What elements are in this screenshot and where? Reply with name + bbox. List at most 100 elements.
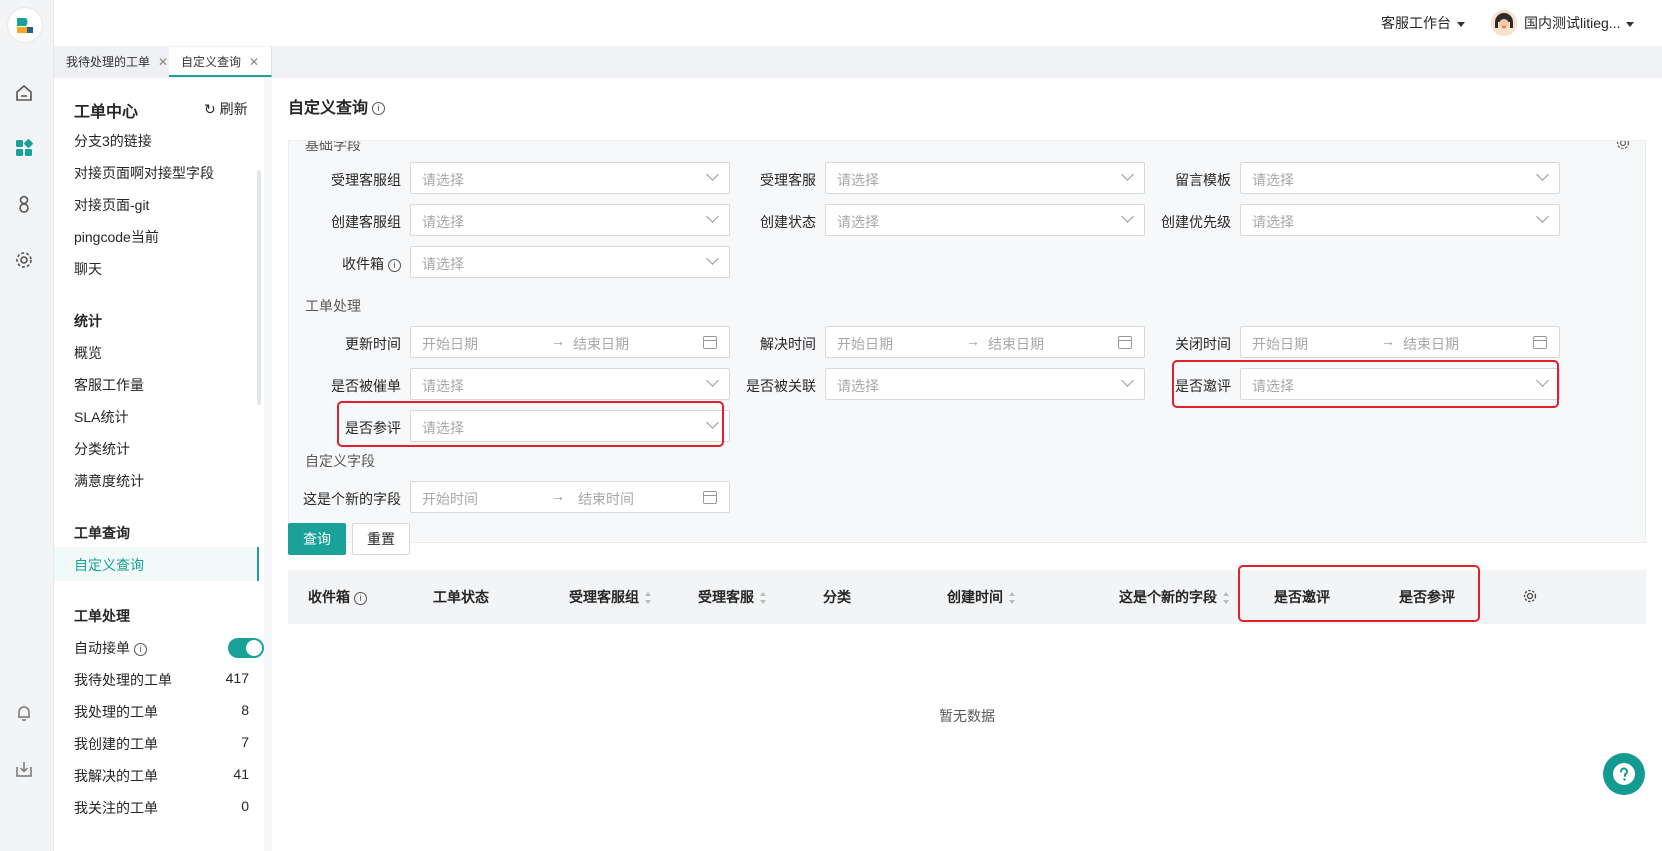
sidebar-item[interactable]: 对接页面-git — [74, 195, 249, 215]
item-label: 我关注的工单 — [74, 800, 158, 816]
tab-label: 我待处理的工单 — [66, 55, 151, 69]
label-resolve-time: 解决时间 — [760, 336, 816, 352]
sidebar-item-created[interactable]: 我创建的工单 7 — [74, 734, 249, 754]
sidebar-item-followed[interactable]: 我关注的工单 0 — [74, 798, 249, 818]
chevron-down-icon — [1536, 210, 1549, 223]
sidebar-item[interactable]: 聊天 — [74, 259, 249, 279]
section-process: 工单处理 — [305, 298, 361, 314]
sidebar-item-pending[interactable]: 我待处理的工单 417 — [74, 670, 249, 690]
daterange-new-field[interactable]: 开始时间 → 结束时间 — [410, 481, 730, 513]
tab-bar: 我待处理的工单 ✕ 自定义查询 ✕ — [54, 46, 1662, 78]
sidebar-item-overview[interactable]: 概览 — [74, 343, 249, 363]
app-logo[interactable] — [8, 8, 42, 42]
avatar[interactable] — [1491, 10, 1517, 36]
top-bar: 客服工作台 国内测试litieg... — [54, 0, 1662, 46]
start-placeholder: 开始日期 — [837, 336, 893, 352]
info-icon[interactable]: i — [134, 642, 147, 656]
bell-icon[interactable] — [13, 702, 35, 724]
tab-pending-tickets[interactable]: 我待处理的工单 ✕ — [54, 47, 182, 77]
user-menu[interactable]: 国内测试litieg... — [1524, 13, 1635, 33]
calendar-icon — [703, 336, 717, 349]
gear-icon[interactable] — [13, 249, 35, 271]
info-icon[interactable]: i — [388, 258, 401, 272]
sidebar-scrollbar[interactable] — [257, 170, 261, 405]
daterange-update-time[interactable]: 开始日期 → 结束日期 — [410, 326, 730, 358]
settings-icon[interactable] — [1615, 141, 1631, 151]
label-creator-group: 创建客服组 — [331, 214, 401, 230]
sort-icon[interactable] — [760, 592, 767, 605]
label-create-status: 创建状态 — [760, 214, 816, 230]
col-handling-group[interactable]: 受理客服组 — [569, 587, 652, 607]
sidebar-item-category-stats[interactable]: 分类统计 — [74, 439, 249, 459]
col-status[interactable]: 工单状态 — [433, 587, 489, 607]
sidebar-item-custom-query[interactable]: 自定义查询 — [74, 555, 249, 575]
sort-icon[interactable] — [645, 592, 652, 605]
select-handling-agent[interactable]: 请选择 — [825, 162, 1145, 194]
reset-button[interactable]: 重置 — [352, 523, 410, 555]
col-category[interactable]: 分类 — [823, 587, 851, 607]
ticket-center-sidebar: 工单中心 ↻ 刷新 分支3的链接 对接页面啊对接型字段 对接页面-git pin… — [54, 78, 264, 851]
item-label: 我待处理的工单 — [74, 672, 172, 688]
highlight-box — [1172, 360, 1559, 408]
info-icon[interactable]: i — [372, 102, 386, 116]
label-inbox: 收件箱 i — [301, 254, 401, 274]
users-icon[interactable] — [13, 193, 35, 215]
select-create-priority[interactable]: 请选择 — [1240, 204, 1560, 236]
select-inbox[interactable]: 请选择 — [410, 246, 730, 278]
caret-down-icon — [1626, 21, 1635, 27]
item-count: 8 — [241, 702, 249, 718]
select-creator-group[interactable]: 请选择 — [410, 204, 730, 236]
start-placeholder: 开始日期 — [422, 336, 478, 352]
daterange-close-time[interactable]: 开始日期 → 结束日期 — [1240, 326, 1560, 358]
info-icon[interactable]: i — [354, 591, 367, 605]
close-icon[interactable]: ✕ — [249, 55, 259, 69]
workspace-switcher[interactable]: 客服工作台 — [1381, 13, 1465, 33]
label-handling-group: 受理客服组 — [331, 172, 401, 188]
refresh-icon: ↻ — [204, 101, 216, 117]
auto-accept-label: 自动接单 — [74, 640, 130, 656]
tab-label: 自定义查询 — [181, 55, 242, 69]
column-settings-icon[interactable] — [1522, 588, 1538, 607]
select-message-template[interactable]: 请选择 — [1240, 162, 1560, 194]
sidebar-item-satisfaction[interactable]: 满意度统计 — [74, 471, 249, 491]
download-icon[interactable] — [13, 758, 35, 780]
item-count: 41 — [233, 766, 249, 782]
sidebar-item-workload[interactable]: 客服工作量 — [74, 375, 249, 395]
section-heading-query: 工单查询 — [74, 525, 130, 541]
end-placeholder: 结束时间 — [578, 491, 634, 507]
select-handling-group[interactable]: 请选择 — [410, 162, 730, 194]
col-handling-agent[interactable]: 受理客服 — [698, 587, 767, 607]
page-title-text: 自定义查询 — [288, 100, 369, 117]
apps-icon[interactable] — [13, 137, 35, 159]
sidebar-item-sla[interactable]: SLA统计 — [74, 407, 249, 427]
auto-accept-toggle[interactable] — [228, 638, 264, 658]
refresh-label: 刷新 — [219, 101, 248, 117]
sort-icon[interactable] — [1009, 592, 1016, 605]
close-icon[interactable]: ✕ — [158, 55, 168, 69]
select-urged[interactable]: 请选择 — [410, 368, 730, 400]
empty-state: 暂无数据 — [939, 708, 995, 724]
home-icon[interactable] — [13, 82, 35, 104]
select-create-status[interactable]: 请选择 — [825, 204, 1145, 236]
caret-down-icon — [1457, 21, 1465, 27]
query-button[interactable]: 查询 — [288, 523, 346, 555]
sort-icon[interactable] — [1223, 592, 1230, 605]
sidebar-item-handled[interactable]: 我处理的工单 8 — [74, 702, 249, 722]
tab-custom-query[interactable]: 自定义查询 ✕ — [169, 47, 273, 77]
help-button[interactable] — [1603, 753, 1645, 795]
refresh-button[interactable]: ↻ 刷新 — [204, 99, 248, 119]
daterange-resolve-time[interactable]: 开始日期 → 结束日期 — [825, 326, 1145, 358]
arrow-right-icon: → — [1381, 333, 1395, 349]
end-placeholder: 结束日期 — [988, 336, 1044, 352]
col-new-field[interactable]: 这是个新的字段 — [1119, 587, 1230, 607]
col-inbox[interactable]: 收件箱 i — [308, 587, 367, 607]
col-created-time[interactable]: 创建时间 — [947, 587, 1016, 607]
placeholder: 请选择 — [837, 172, 879, 188]
highlight-box — [1238, 565, 1480, 622]
sidebar-item[interactable]: 分支3的链接 — [74, 131, 249, 151]
sidebar-item[interactable]: 对接页面啊对接型字段 — [74, 163, 249, 183]
sidebar-item[interactable]: pingcode当前 — [74, 227, 249, 247]
chevron-down-icon — [1536, 168, 1549, 181]
sidebar-item-resolved[interactable]: 我解决的工单 41 — [74, 766, 249, 786]
select-linked[interactable]: 请选择 — [825, 368, 1145, 400]
